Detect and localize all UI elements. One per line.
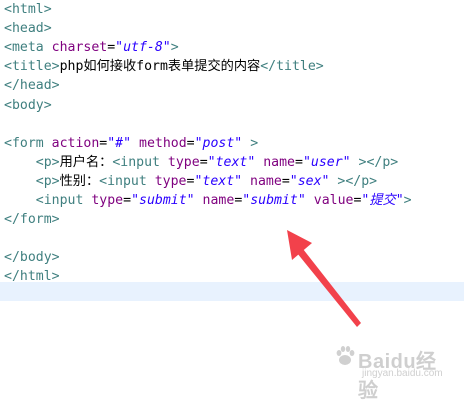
paw-logo-icon [336, 346, 355, 365]
baidu-watermark: Baidu经验 jingyan.baidu.com [334, 343, 450, 402]
arrow-shaft [297, 249, 361, 327]
watermark-url: jingyan.baidu.com [362, 368, 443, 379]
red-arrow-icon [287, 230, 361, 327]
